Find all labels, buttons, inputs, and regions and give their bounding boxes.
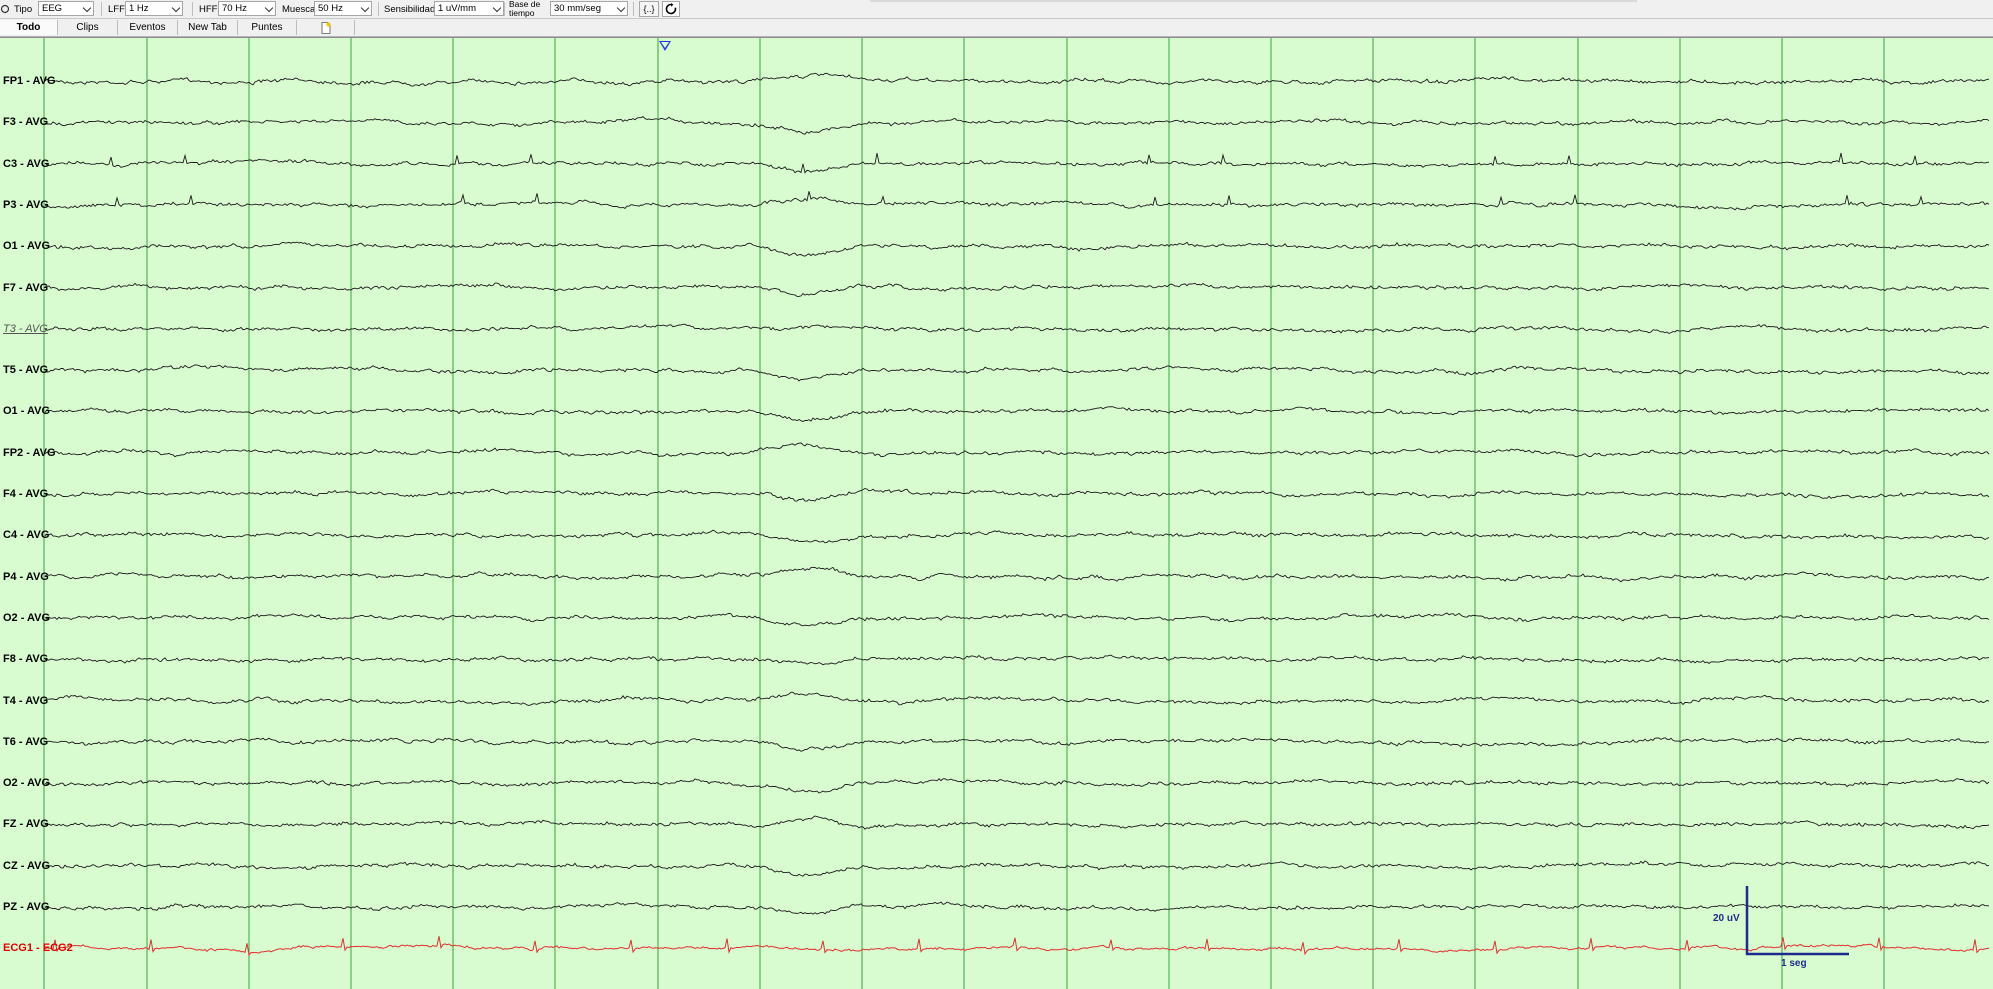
lff-select[interactable]: 1 Hz <box>125 1 183 16</box>
tipo-value: EEG <box>42 3 63 14</box>
channel-trace <box>44 241 1990 257</box>
channel-label[interactable]: F4 - AVG <box>3 488 48 500</box>
muesca-label: Muesca <box>282 3 316 15</box>
toolbar: Tipo EEG LFF 1 Hz HFF 70 Hz Muesca 50 Hz… <box>0 0 1993 19</box>
hff-label: HFF <box>199 3 218 15</box>
app-icon[interactable] <box>0 1 10 17</box>
muesca-select[interactable]: 50 Hz <box>314 1 372 16</box>
channel-trace <box>44 488 1990 502</box>
chevron-down-icon <box>492 3 502 13</box>
tab-label: Puntes <box>251 22 283 33</box>
eeg-viewer[interactable]: FP1 - AVG F3 - AVG C3 - AVG P3 - AVG O1 - AV… <box>0 37 1993 989</box>
channel-label[interactable]: T6 - AVG <box>3 736 48 748</box>
chevron-down-icon <box>616 3 626 13</box>
channel-trace <box>44 529 1990 544</box>
channel-label[interactable]: O2 - AVG <box>3 612 50 624</box>
tipo-select[interactable]: EEG <box>38 1 94 16</box>
channel-trace <box>44 116 1990 135</box>
channel-label[interactable]: ECG1 - ECG2 <box>3 942 73 954</box>
title-strip <box>870 0 1637 2</box>
tab-label: Clips <box>76 22 99 33</box>
channel-label[interactable]: FP1 - AVG <box>3 75 56 87</box>
hff-select[interactable]: 70 Hz <box>218 1 276 16</box>
add-tab-button[interactable] <box>297 20 355 35</box>
eeg-traces <box>43 38 1990 989</box>
muesca-value: 50 Hz <box>318 3 343 14</box>
channel-trace <box>44 901 1990 915</box>
base-tiempo-select[interactable]: 30 mm/seg <box>550 1 628 16</box>
sensibilidad-select[interactable]: 1 uV/mm <box>434 1 504 16</box>
channel-label[interactable]: T4 - AVG <box>3 695 48 707</box>
new-document-icon <box>321 22 330 34</box>
channel-label[interactable]: P4 - AVG <box>3 571 49 583</box>
sensibilidad-label: Sensibilidad <box>384 3 436 15</box>
channel-trace <box>44 282 1990 297</box>
tab-label: Todo <box>16 22 41 33</box>
channel-trace <box>44 323 1990 335</box>
channel-trace <box>44 936 1990 957</box>
refresh-icon <box>665 3 677 15</box>
chevron-down-icon <box>360 3 370 13</box>
channel-trace <box>44 654 1990 666</box>
channel-label[interactable]: CZ - AVG <box>3 860 50 872</box>
scale-time-label: 1 seg <box>1781 958 1807 969</box>
channel-label[interactable]: T3 - AVG <box>3 323 48 335</box>
bracket-button[interactable]: {..} <box>639 1 659 17</box>
time-marker-icon[interactable] <box>659 41 671 51</box>
base-tiempo-label: Base de tiempo <box>509 0 540 18</box>
channel-trace <box>44 364 1990 382</box>
tab-todo[interactable]: Todo <box>0 20 58 35</box>
scale-amplitude-label: 20 uV <box>1713 913 1740 924</box>
channel-trace <box>44 406 1990 422</box>
channel-trace <box>44 860 1990 877</box>
channel-label[interactable]: O2 - AVG <box>3 777 50 789</box>
tab-eventos[interactable]: Eventos <box>118 20 178 35</box>
channel-label[interactable]: C4 - AVG <box>3 529 49 541</box>
channel-label[interactable]: O1 - AVG <box>3 240 50 252</box>
calibration-scale-bar <box>1745 886 1849 956</box>
base-tiempo-value: 30 mm/seg <box>554 3 601 14</box>
sensibilidad-value: 1 uV/mm <box>438 3 477 14</box>
channel-trace <box>45 191 1990 211</box>
channel-trace <box>44 691 1990 706</box>
chevron-down-icon <box>264 3 274 13</box>
lff-label: LFF <box>108 3 125 15</box>
base-label-line2: tiempo <box>509 8 535 18</box>
channel-label[interactable]: F8 - AVG <box>3 653 48 665</box>
bracket-button-label: {..} <box>643 4 655 14</box>
channel-label[interactable]: P3 - AVG <box>3 199 49 211</box>
channel-trace <box>44 72 1990 87</box>
channel-label[interactable]: C3 - AVG <box>3 158 49 170</box>
tab-puntes[interactable]: Puntes <box>238 20 297 35</box>
tab-new-tab[interactable]: New Tab <box>178 20 238 35</box>
channel-label[interactable]: O1 - AVG <box>3 405 50 417</box>
chevron-down-icon <box>171 3 181 13</box>
channel-label[interactable]: PZ - AVG <box>3 901 49 913</box>
channel-label[interactable]: F7 - AVG <box>3 282 48 294</box>
channel-trace <box>44 442 1990 458</box>
tab-clips[interactable]: Clips <box>58 20 118 35</box>
channel-trace <box>44 778 1990 794</box>
lff-value: 1 Hz <box>129 3 149 14</box>
channel-label[interactable]: F3 - AVG <box>3 116 48 128</box>
tab-bar: Todo Clips Eventos New Tab Puntes <box>0 19 1993 37</box>
tab-label: New Tab <box>188 22 227 33</box>
refresh-button[interactable] <box>662 1 680 17</box>
channel-label[interactable]: T5 - AVG <box>3 364 48 376</box>
tipo-label: Tipo <box>14 3 33 15</box>
channel-trace <box>44 152 1990 174</box>
hff-value: 70 Hz <box>222 3 247 14</box>
tab-label: Eventos <box>129 22 166 33</box>
channel-label[interactable]: FZ - AVG <box>3 818 49 830</box>
channel-trace <box>44 737 1990 752</box>
channel-trace <box>44 566 1990 583</box>
channel-trace <box>44 815 1990 830</box>
chevron-down-icon <box>82 3 92 13</box>
channel-label[interactable]: FP2 - AVG <box>3 447 56 459</box>
channel-trace <box>44 612 1990 627</box>
